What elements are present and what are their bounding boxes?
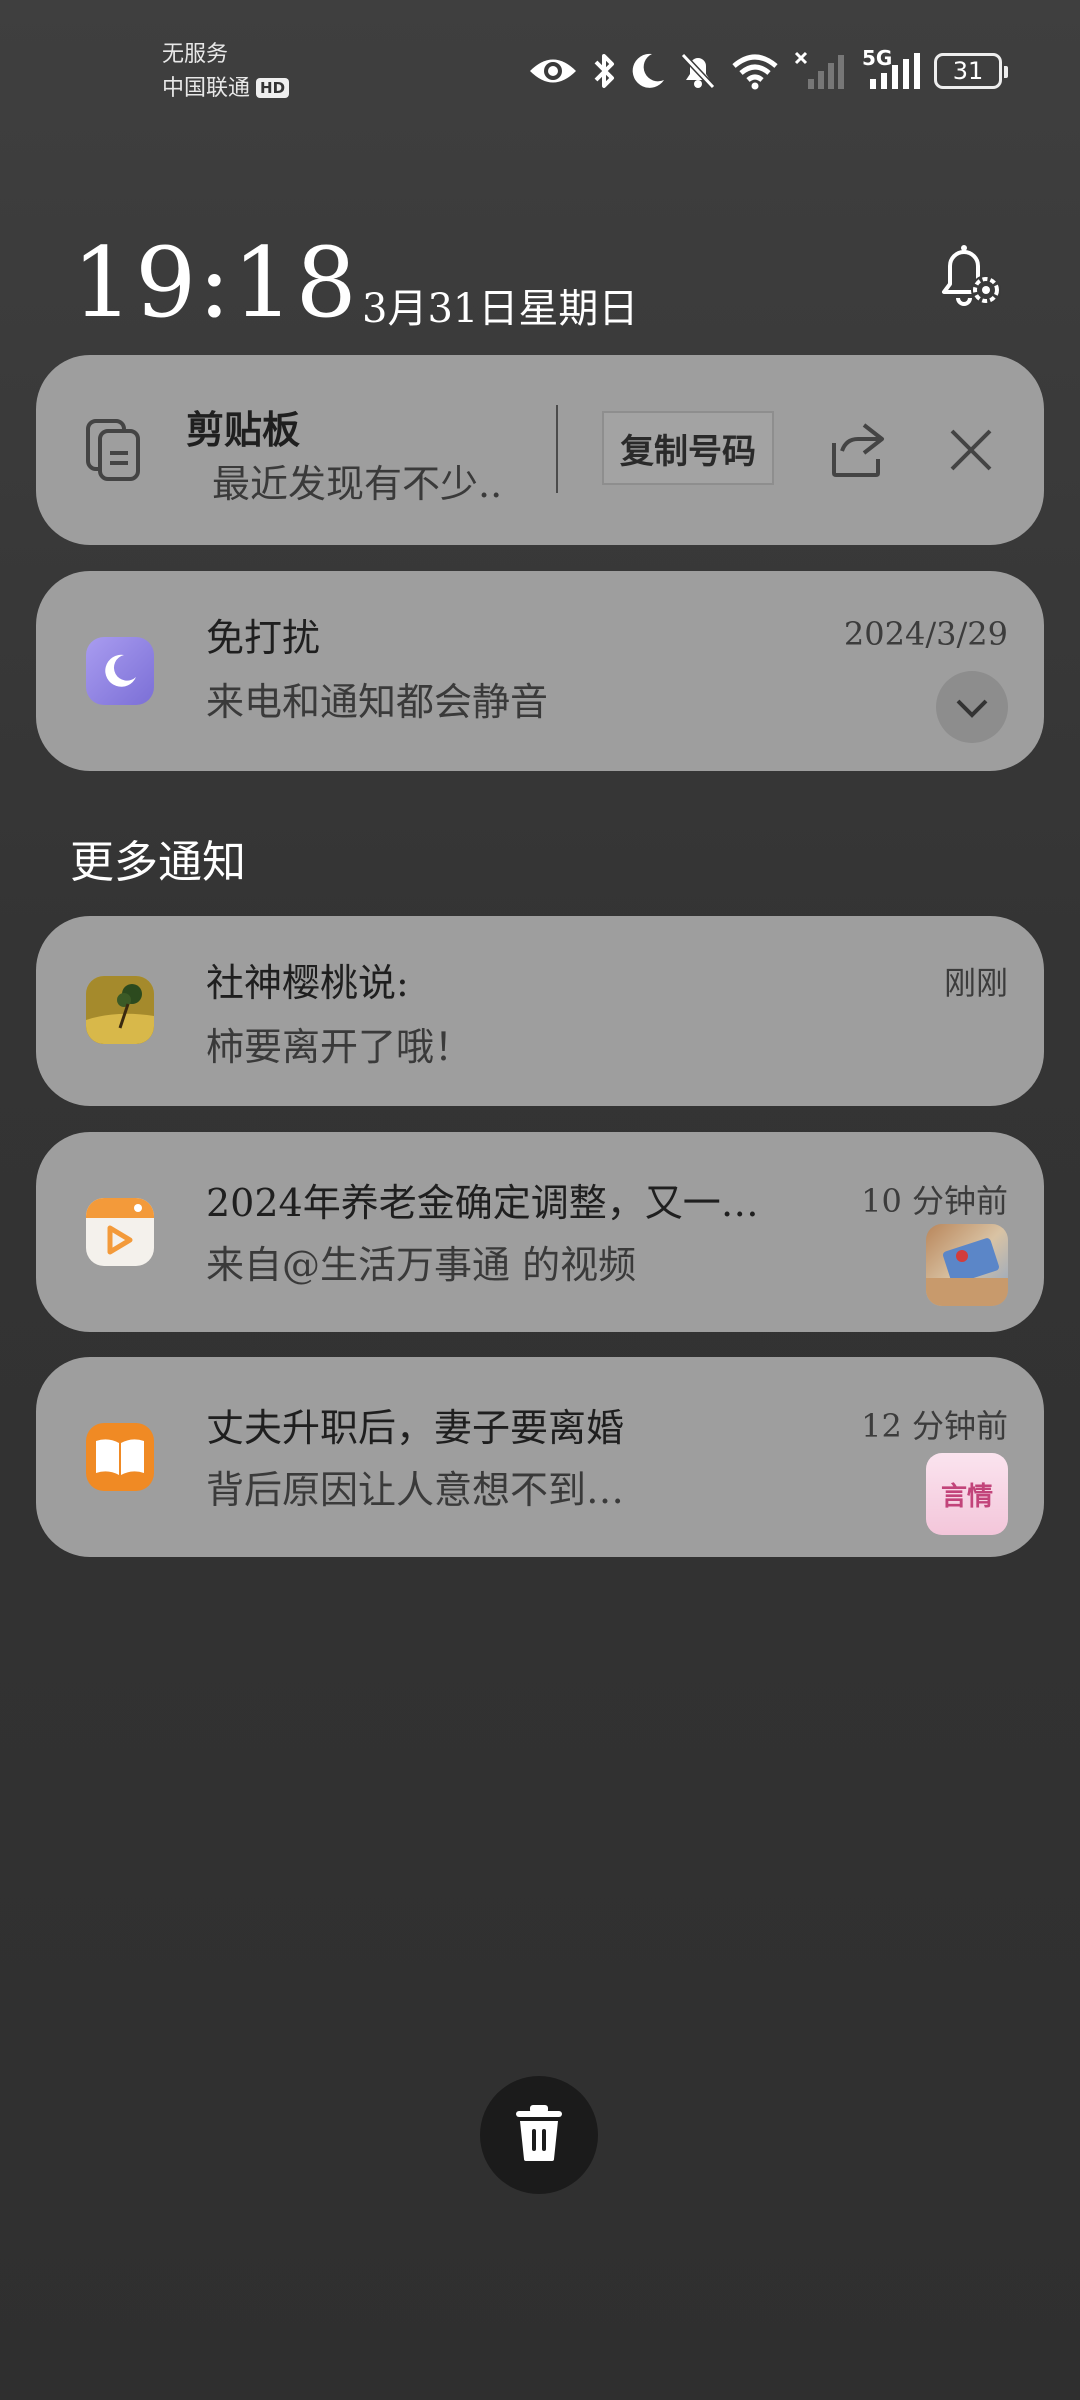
bell-settings-icon[interactable]	[934, 240, 1004, 310]
dnd-time: 2024/3/29	[843, 615, 1008, 653]
notification-title: 丈夫升职后，妻子要离婚	[206, 1406, 625, 1450]
eye-icon	[528, 54, 578, 88]
trash-icon	[510, 2103, 568, 2167]
clock-time: 19:18	[72, 227, 359, 339]
network-type-label: 5G	[862, 46, 893, 70]
clock-date: 3月31日星期日	[362, 286, 639, 332]
notification-item[interactable]: 社神樱桃说: 柿要离开了哦！ 刚刚	[36, 916, 1044, 1106]
share-icon[interactable]	[824, 417, 888, 481]
bell-off-icon	[680, 52, 716, 90]
clipboard-title: 剪贴板	[186, 408, 301, 452]
close-icon[interactable]	[944, 423, 998, 477]
battery-icon: 31	[934, 53, 1008, 89]
clipboard-card[interactable]: 剪贴板 最近发现有不少.. 复制号码	[36, 355, 1044, 545]
dnd-card[interactable]: 免打扰 来电和通知都会静音 2024/3/29	[36, 571, 1044, 771]
dnd-title: 免打扰	[206, 616, 321, 660]
notification-time: 刚刚	[943, 964, 1008, 1002]
notification-item[interactable]: 2024年养老金确定调整，又一… 来自@生活万事通 的视频 10 分钟前	[36, 1132, 1044, 1332]
hd-badge: HD	[256, 78, 290, 98]
clear-all-button[interactable]	[480, 2076, 598, 2194]
bluetooth-icon	[592, 52, 616, 90]
moon-icon	[630, 52, 666, 90]
clipboard-preview: 最近发现有不少..	[212, 462, 503, 506]
notification-item[interactable]: 丈夫升职后，妻子要离婚 背后原因让人意想不到… 12 分钟前 言情	[36, 1357, 1044, 1557]
notification-subtitle: 来自@生活万事通 的视频	[206, 1243, 637, 1287]
video-app-icon	[86, 1198, 154, 1266]
carrier-line-2: 中国联通	[162, 76, 251, 101]
dnd-moon-icon	[86, 637, 154, 705]
clipboard-icon	[80, 415, 150, 485]
notification-subtitle: 柿要离开了哦！	[206, 1025, 473, 1069]
video-thumbnail	[926, 1224, 1008, 1306]
battery-level: 31	[952, 57, 984, 85]
no-signal-icon	[794, 51, 848, 91]
notification-time: 12 分钟前	[861, 1407, 1008, 1445]
story-thumbnail: 言情	[926, 1453, 1008, 1535]
carrier-info: 无服务 中国联通 HD	[162, 38, 290, 106]
carrier-line-1: 无服务	[162, 42, 229, 67]
thumbnail-label: 言情	[940, 1481, 993, 1512]
reader-app-icon	[86, 1423, 154, 1491]
clipboard-divider	[556, 405, 558, 493]
dnd-subtitle: 来电和通知都会静音	[206, 680, 549, 724]
wifi-icon	[730, 52, 780, 90]
signal-icon: 5G	[862, 46, 920, 91]
more-notifications-heading: 更多通知	[70, 837, 246, 888]
notification-title: 社神樱桃说:	[206, 961, 409, 1005]
notification-subtitle: 背后原因让人意想不到…	[206, 1468, 625, 1512]
notification-title: 2024年养老金确定调整，又一…	[206, 1181, 756, 1225]
copy-number-button[interactable]: 复制号码	[602, 411, 774, 485]
chevron-down-icon[interactable]	[936, 671, 1008, 743]
app-icon-avatar	[86, 976, 154, 1044]
notification-time: 10 分钟前	[861, 1182, 1008, 1220]
